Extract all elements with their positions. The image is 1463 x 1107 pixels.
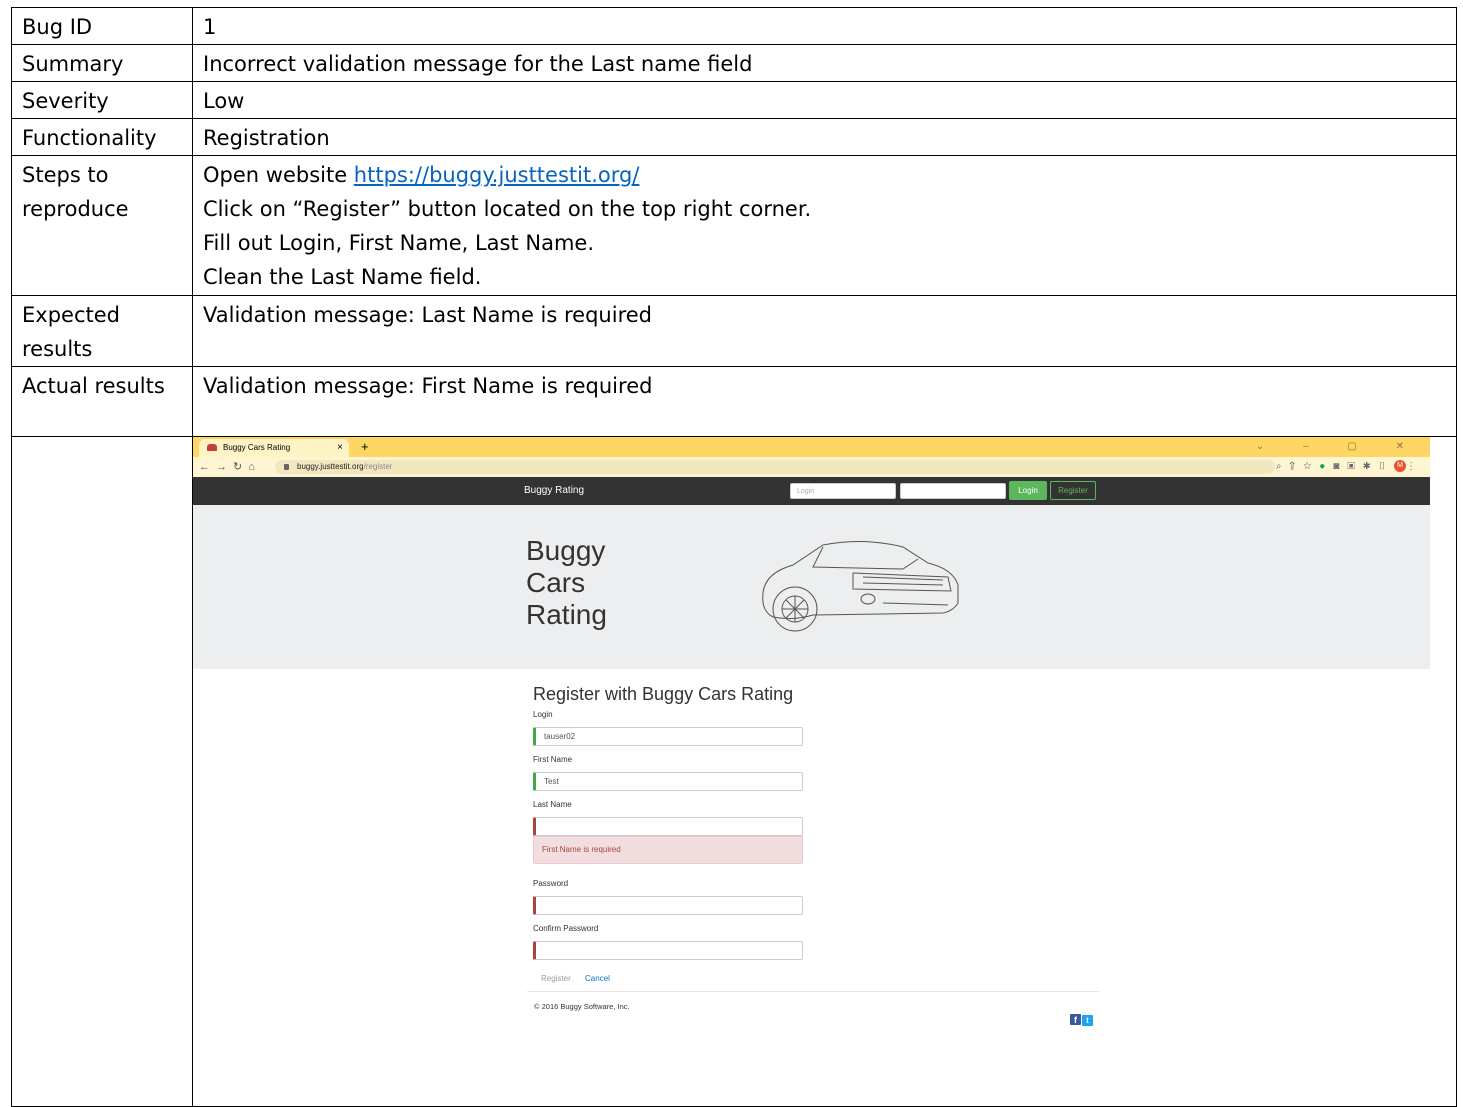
hero-title: Buggy Cars Rating xyxy=(526,535,607,630)
first-name-label: First Name xyxy=(533,755,573,764)
nav-buttons[interactable]: ←→↻⌂ xyxy=(199,457,261,477)
value-steps: Open website https://buggy.justtestit.or… xyxy=(192,155,1457,296)
label-bug-id: Bug ID xyxy=(11,7,193,45)
row-severity: Severity Low xyxy=(11,81,1457,119)
label-functionality: Functionality xyxy=(11,118,193,156)
website-link[interactable]: https://buggy.justtestit.org/ xyxy=(354,163,640,187)
row-screenshot: Buggy Cars Rating × + ⌄ – ▢ ✕ ←→↻⌂ buggy… xyxy=(11,436,1457,1107)
nav-password-input[interactable] xyxy=(900,483,1006,499)
screenshot-cell: Buggy Cars Rating × + ⌄ – ▢ ✕ ←→↻⌂ buggy… xyxy=(192,436,1457,1107)
twitter-icon[interactable]: t xyxy=(1082,1015,1093,1026)
new-tab-button[interactable]: + xyxy=(361,437,369,457)
nav-register-button[interactable]: Register xyxy=(1050,481,1096,500)
site-navbar: Buggy Rating Login Login Register xyxy=(193,477,1430,505)
step-2: Click on “Register” button located on th… xyxy=(203,197,812,221)
login-label: Login xyxy=(533,710,553,719)
form-actions: Register Cancel xyxy=(533,970,1133,988)
copyright-text: © 2016 Buggy Software, Inc. xyxy=(534,1002,630,1011)
footer-divider xyxy=(527,991,1099,992)
row-steps: Steps to reproduce Open website https://… xyxy=(11,155,1457,296)
form-title: Register with Buggy Cars Rating xyxy=(533,684,794,704)
bug-report-table: Bug ID 1 Summary Incorrect validation me… xyxy=(11,7,1457,1107)
password-label: Password xyxy=(533,879,569,888)
url-field[interactable]: buggy.justtestit.org/register xyxy=(275,460,1275,474)
close-icon[interactable]: × xyxy=(337,439,343,457)
car-sketch-icon xyxy=(762,540,959,632)
label-severity: Severity xyxy=(11,81,193,119)
social-links: ft xyxy=(1070,1000,1093,1034)
window-controls[interactable]: ⌄ – ▢ ✕ xyxy=(1256,437,1422,457)
login-field[interactable]: tauser02 xyxy=(533,727,803,746)
tab-bar: Buggy Cars Rating × + ⌄ – ▢ ✕ xyxy=(193,437,1430,457)
value-functionality: Registration xyxy=(192,118,1457,156)
label-actual: Actual results xyxy=(11,366,193,437)
label-summary: Summary xyxy=(11,44,193,82)
site-brand[interactable]: Buggy Rating xyxy=(524,477,584,505)
avatar[interactable]: M xyxy=(1394,460,1406,473)
first-name-field[interactable]: Test xyxy=(533,772,803,791)
browser-tab[interactable]: Buggy Cars Rating × xyxy=(199,439,349,457)
url-path: /register xyxy=(363,462,393,471)
validation-error: First Name is required xyxy=(533,836,803,864)
label-steps: Steps to reproduce xyxy=(11,155,193,296)
label-expected: Expected results xyxy=(11,295,193,367)
cancel-button[interactable]: Cancel xyxy=(581,970,614,988)
register-button[interactable]: Register xyxy=(533,970,579,988)
step-1: Open website https://buggy.justtestit.or… xyxy=(203,158,1446,192)
row-expected: Expected results Validation message: Las… xyxy=(11,295,1457,367)
step-3: Fill out Login, First Name, Last Name. xyxy=(203,231,595,255)
car-icon xyxy=(207,444,217,451)
value-summary: Incorrect validation message for the Las… xyxy=(192,44,1457,82)
nav-login-input[interactable]: Login xyxy=(790,483,896,499)
password-field[interactable] xyxy=(533,896,803,915)
facebook-icon[interactable]: f xyxy=(1070,1014,1081,1025)
value-actual: Validation message: First Name is requir… xyxy=(192,366,1457,437)
address-bar: ←→↻⌂ buggy.justtestit.org/register ⌕⇪☆●◙… xyxy=(193,457,1430,477)
row-actual: Actual results Validation message: First… xyxy=(11,366,1457,437)
step-1-text: Open website xyxy=(203,163,354,187)
browser-screenshot: Buggy Cars Rating × + ⌄ – ▢ ✕ ←→↻⌂ buggy… xyxy=(193,437,1430,1092)
row-functionality: Functionality Registration xyxy=(11,118,1457,156)
register-form: Register with Buggy Cars Rating Login ta… xyxy=(533,683,1133,988)
value-severity: Low xyxy=(192,81,1457,119)
row-summary: Summary Incorrect validation message for… xyxy=(11,44,1457,82)
row-bug-id: Bug ID 1 xyxy=(11,7,1457,45)
url-host: buggy.justtestit.org xyxy=(297,462,364,471)
extension-icons[interactable]: ⌕⇪☆●◙▣✱▯ M ⋮ xyxy=(1276,457,1424,477)
tab-title: Buggy Cars Rating xyxy=(223,443,291,452)
label-screenshot xyxy=(11,436,193,1107)
last-name-field[interactable] xyxy=(533,817,803,836)
confirm-password-field[interactable] xyxy=(533,941,803,960)
value-bug-id: 1 xyxy=(192,7,1457,45)
hero-banner: Buggy Cars Rating xyxy=(193,505,1430,669)
confirm-password-label: Confirm Password xyxy=(533,924,599,933)
value-expected: Validation message: Last Name is require… xyxy=(192,295,1457,367)
last-name-label: Last Name xyxy=(533,800,572,809)
step-4: Clean the Last Name field. xyxy=(203,265,482,289)
lock-icon xyxy=(284,464,289,470)
nav-login-button[interactable]: Login xyxy=(1009,481,1047,500)
